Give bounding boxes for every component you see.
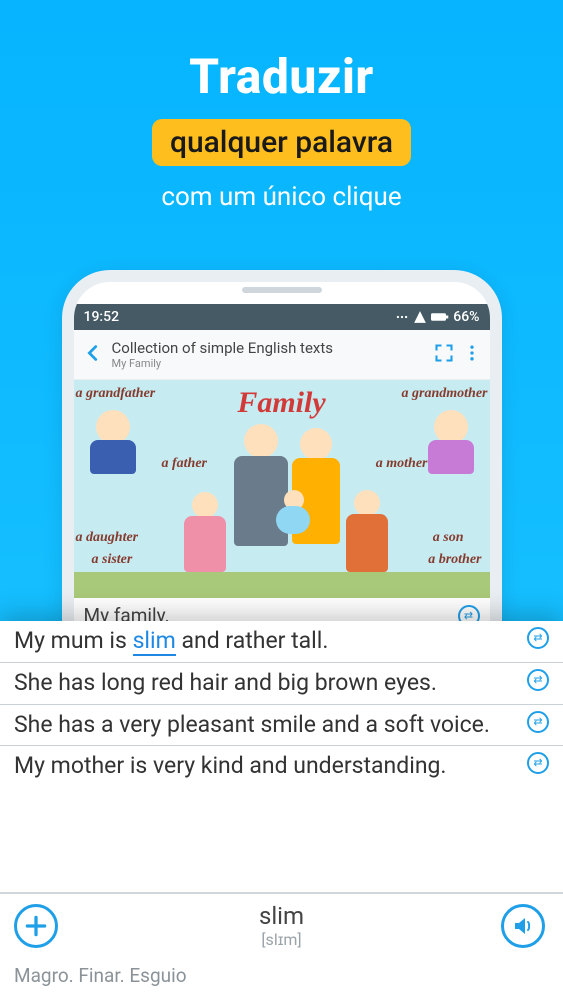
hero-title: Traduzir: [0, 48, 563, 105]
mother-fig: [300, 428, 332, 460]
label-grandfather: a grandfather: [76, 386, 156, 402]
status-icons: 66%: [395, 309, 479, 325]
more-icon[interactable]: [462, 343, 482, 367]
father-fig: [244, 424, 278, 458]
son-fig: [354, 490, 380, 516]
translate-icon[interactable]: ⇄: [527, 752, 549, 774]
app-bar: Collection of simple English texts My Fa…: [74, 330, 490, 380]
translate-icon[interactable]: ⇄: [527, 627, 549, 649]
battery-icon: [431, 310, 449, 324]
label-mother: a mother: [376, 456, 428, 472]
dict-phonetic: [slɪm]: [62, 930, 501, 950]
label-daughter: a daughter: [76, 530, 139, 546]
label-brother: a brother: [428, 552, 481, 568]
play-audio-button[interactable]: [501, 904, 545, 948]
fullscreen-icon[interactable]: [434, 343, 454, 367]
label-sister: a sister: [92, 552, 133, 568]
grandfather-fig: [96, 410, 130, 444]
daughter-fig: [192, 492, 218, 518]
translate-icon[interactable]: ⇄: [527, 711, 549, 733]
add-word-button[interactable]: [14, 904, 58, 948]
word-link-slim[interactable]: slim: [133, 627, 176, 656]
dots-icon: [395, 310, 409, 324]
overlay-line[interactable]: My mother is very kind and understanding…: [0, 746, 563, 787]
line-text: My mother is very kind and understanding…: [14, 752, 519, 781]
label-son: a son: [433, 530, 464, 546]
status-battery: 66%: [453, 309, 479, 325]
signal-icon: [413, 310, 427, 324]
dict-definition: Magro. Finar. Esguio: [14, 964, 549, 987]
hero-subtitle: com um único clique: [0, 182, 563, 212]
phone-speaker: [242, 287, 322, 293]
reader-overlay: My mum is slim and rather tall. ⇄ She ha…: [0, 621, 563, 1001]
line-text: She has long red hair and big brown eyes…: [14, 669, 519, 698]
status-time: 19:52: [84, 309, 120, 325]
label-grandmother: a grandmother: [402, 386, 488, 402]
line-text: She has a very pleasant smile and a soft…: [14, 711, 519, 740]
translate-icon[interactable]: ⇄: [527, 669, 549, 691]
page-title: Collection of simple English texts: [112, 339, 426, 357]
grandmother-fig: [434, 410, 468, 444]
dict-word: slim: [62, 902, 501, 930]
line-text: My mum is slim and rather tall.: [14, 627, 519, 656]
back-icon[interactable]: [82, 342, 104, 368]
dictionary-panel: slim [slɪm] Magro. Finar. Esguio: [0, 892, 563, 1001]
illus-title: Family: [237, 386, 325, 420]
hero-highlight: qualquer palavra: [152, 119, 411, 166]
page-subtitle: My Family: [112, 357, 426, 370]
overlay-line[interactable]: She has long red hair and big brown eyes…: [0, 663, 563, 705]
overlay-line[interactable]: My mum is slim and rather tall. ⇄: [0, 621, 563, 663]
family-illustration: Family a grandfather a grandmother a fat…: [74, 380, 490, 598]
label-father: a father: [162, 456, 208, 472]
status-bar: 19:52 66%: [74, 304, 490, 330]
overlay-line[interactable]: She has a very pleasant smile and a soft…: [0, 705, 563, 747]
